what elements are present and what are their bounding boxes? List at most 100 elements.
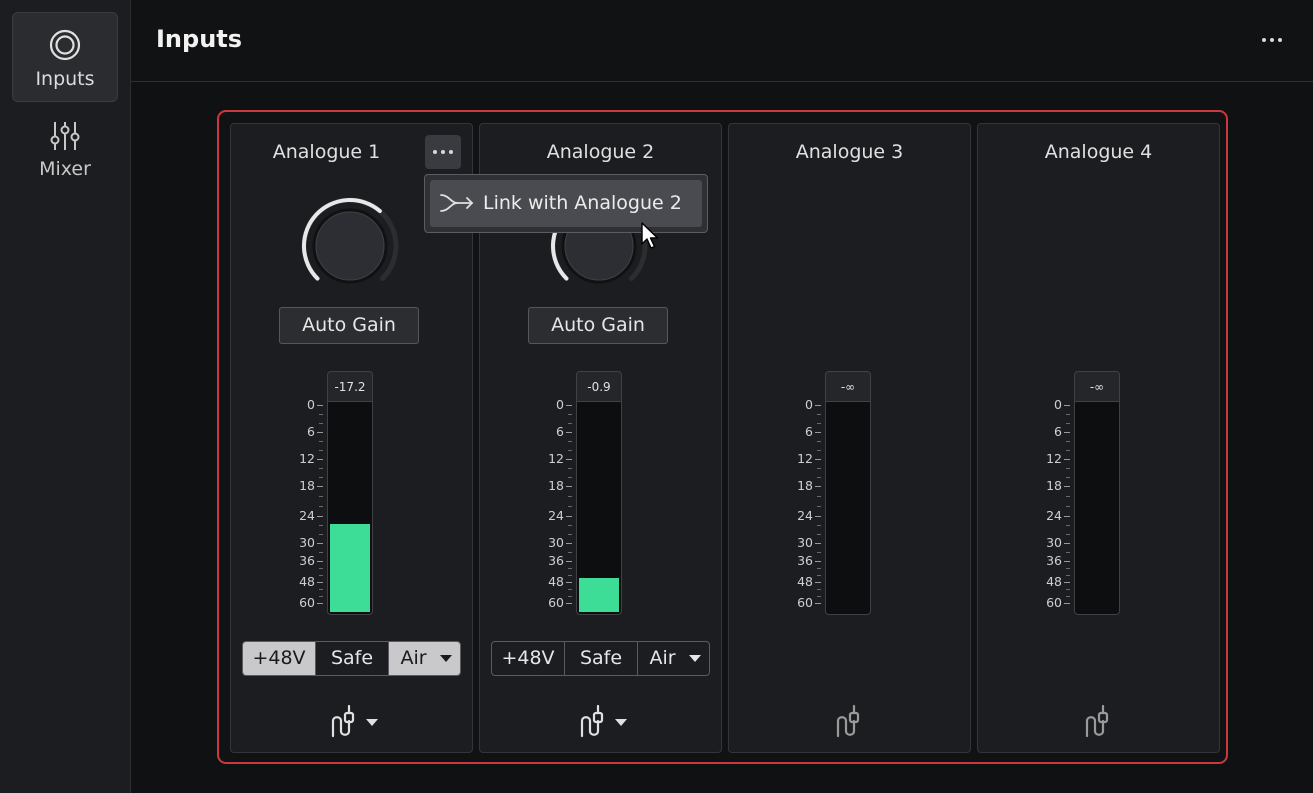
level-meter: 0 6 12 18 24 30 36 48 60 -∞ — [978, 371, 1221, 617]
meter-bar — [1074, 401, 1120, 615]
meter-minor-tick — [319, 423, 323, 424]
meter-minor-tick — [568, 568, 572, 569]
meter-scale-label: 36 — [1046, 553, 1062, 568]
meter-tick — [317, 561, 323, 562]
meter-scale-label: 36 — [299, 553, 315, 568]
meter-level-fill — [330, 524, 370, 612]
meter-scale: 0 6 12 18 24 30 36 48 60 — [231, 371, 323, 617]
meter-tick — [317, 603, 323, 604]
meter-tick — [1064, 582, 1070, 583]
meter-tick — [317, 486, 323, 487]
meter-minor-tick — [1066, 414, 1070, 415]
meter-tick — [566, 459, 572, 460]
instrument-cable-icon — [580, 704, 604, 738]
air-dropdown-button[interactable]: Air — [638, 642, 709, 675]
mixer-sliders-icon — [50, 122, 80, 150]
meter-tick — [815, 603, 821, 604]
meter-minor-tick — [1066, 552, 1070, 553]
meter-tick — [815, 543, 821, 544]
input-type-dropdown[interactable] — [579, 704, 639, 740]
sidebar-item-mixer[interactable]: Mixer — [12, 112, 118, 202]
meter-minor-tick — [319, 477, 323, 478]
instrument-cable-icon — [331, 704, 355, 738]
meter-minor-tick — [1066, 525, 1070, 526]
meter-scale-label: 24 — [299, 508, 315, 523]
channel-more-button[interactable] — [425, 135, 461, 169]
channel-title: Analogue 1 — [272, 141, 381, 163]
mouse-pointer-icon — [641, 222, 659, 249]
meter-scale-label: 0 — [556, 397, 564, 412]
level-meter: 0 6 12 18 24 30 36 48 60 -∞ — [729, 371, 972, 617]
meter-scale-label: 30 — [548, 535, 564, 550]
level-meter: 0 6 12 18 24 30 36 48 60 -0.9 — [480, 371, 723, 617]
phantom-power-button[interactable]: +48V — [243, 642, 316, 675]
meter-minor-tick — [817, 525, 821, 526]
meter-tick — [1064, 561, 1070, 562]
meter-scale-label: 30 — [797, 535, 813, 550]
meter-tick — [566, 486, 572, 487]
meter-scale-label: 60 — [1046, 595, 1062, 610]
meter-minor-tick — [817, 575, 821, 576]
meter-minor-tick — [319, 468, 323, 469]
sidebar-item-inputs[interactable]: Inputs — [12, 12, 118, 102]
meter-bar — [576, 401, 622, 615]
meter-tick — [566, 582, 572, 583]
sidebar-item-label: Inputs — [35, 68, 95, 90]
meter-scale-label: 12 — [1046, 451, 1062, 466]
meter-minor-tick — [319, 441, 323, 442]
meter-minor-tick — [319, 568, 323, 569]
meter-scale-label: 60 — [299, 595, 315, 610]
meter-minor-tick — [817, 596, 821, 597]
meter-minor-tick — [1066, 468, 1070, 469]
channel-context-menu: Link with Analogue 2 — [424, 174, 708, 233]
meter-tick — [815, 516, 821, 517]
phantom-power-button[interactable]: +48V — [492, 642, 565, 675]
meter-scale-label: 0 — [1054, 397, 1062, 412]
meter-tick — [317, 582, 323, 583]
gain-knob[interactable] — [298, 194, 402, 298]
meter-minor-tick — [319, 596, 323, 597]
safe-button[interactable]: Safe — [565, 642, 638, 675]
meter-scale-label: 24 — [548, 508, 564, 523]
meter-scale-label: 12 — [299, 451, 315, 466]
meter-scale-label: 18 — [797, 478, 813, 493]
meter-minor-tick — [568, 575, 572, 576]
safe-button[interactable]: Safe — [316, 642, 389, 675]
meter-bar — [825, 401, 871, 615]
meter-tick — [566, 603, 572, 604]
link-with-analogue-2-menu-item[interactable]: Link with Analogue 2 — [430, 180, 702, 227]
header: Inputs — [131, 0, 1313, 82]
meter-tick — [1064, 459, 1070, 460]
meter-tick — [815, 459, 821, 460]
level-meter: 0 6 12 18 24 30 36 48 60 -17.2 — [231, 371, 474, 617]
auto-gain-button[interactable]: Auto Gain — [528, 307, 668, 344]
meter-minor-tick — [817, 552, 821, 553]
meter-minor-tick — [1066, 596, 1070, 597]
meter-tick — [1064, 432, 1070, 433]
meter-tick — [1064, 603, 1070, 604]
meter-scale-label: 6 — [307, 424, 315, 439]
meter-scale-label: 18 — [299, 478, 315, 493]
meter-minor-tick — [817, 414, 821, 415]
meter-minor-tick — [1066, 568, 1070, 569]
meter-tick — [566, 543, 572, 544]
meter-peak-readout: -0.9 — [576, 371, 622, 401]
meter-minor-tick — [1066, 477, 1070, 478]
meter-peak-readout: -∞ — [825, 371, 871, 401]
meter-minor-tick — [1066, 496, 1070, 497]
meter-minor-tick — [568, 589, 572, 590]
meter-scale-label: 0 — [805, 397, 813, 412]
meter-tick — [815, 582, 821, 583]
auto-gain-button[interactable]: Auto Gain — [279, 307, 419, 344]
meter-tick — [1064, 516, 1070, 517]
meter-scale: 0 6 12 18 24 30 36 48 60 — [978, 371, 1070, 617]
air-dropdown-button[interactable]: Air — [389, 642, 460, 675]
input-type-dropdown[interactable] — [330, 704, 390, 740]
meter-scale-label: 18 — [1046, 478, 1062, 493]
meter-scale-label: 6 — [805, 424, 813, 439]
meter-minor-tick — [1066, 506, 1070, 507]
meter-tick — [317, 405, 323, 406]
header-more-button[interactable] — [1257, 30, 1287, 50]
meter-minor-tick — [1066, 589, 1070, 590]
meter-scale-label: 48 — [1046, 574, 1062, 589]
